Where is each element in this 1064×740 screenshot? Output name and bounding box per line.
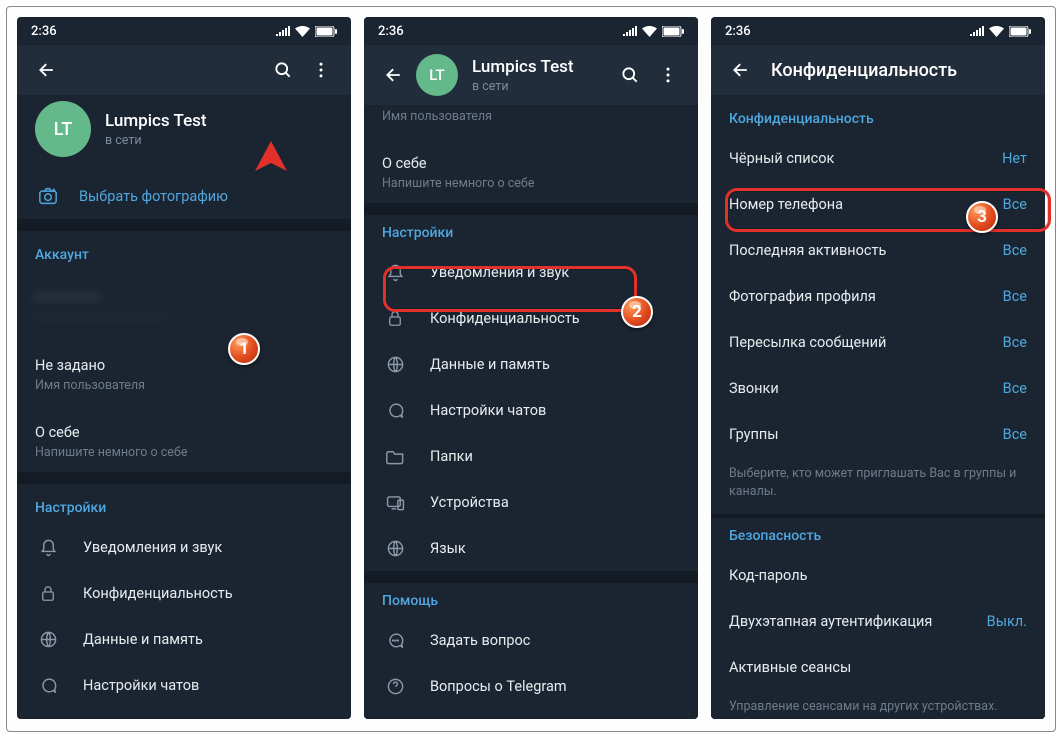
status-bar: 2:36 (17, 17, 351, 45)
battery-icon (1009, 26, 1031, 37)
more-button[interactable] (303, 52, 339, 88)
step-badge-3: 3 (966, 201, 998, 233)
blocked-users-row[interactable]: Чёрный список Нет (711, 135, 1045, 181)
status-time: 2:36 (725, 24, 751, 39)
status-bar: 2:36 (711, 17, 1045, 45)
search-button[interactable] (265, 52, 301, 88)
status-bar: 2:36 (364, 17, 698, 45)
phone-screen-3: 2:36 Конфиденциальность Конфиденциальнос… (711, 17, 1045, 719)
profile-header: LT Lumpics Test в сети (17, 95, 351, 173)
signal-icon (276, 26, 290, 36)
search-button[interactable] (612, 57, 648, 93)
sessions-hint: Управление сеансами на других устройства… (711, 690, 1045, 719)
profile-status: в сети (472, 79, 612, 94)
more-button[interactable] (650, 57, 686, 93)
tutorial-frame: 2:36 LT Lumpics Test в сети (6, 6, 1056, 732)
wifi-icon (989, 26, 1004, 37)
notifications-row[interactable]: Уведомления и звук (364, 249, 698, 295)
data-icon (35, 630, 61, 649)
back-button[interactable] (376, 57, 412, 93)
avatar[interactable]: LT (416, 54, 458, 96)
back-button[interactable] (723, 52, 759, 88)
profile-name: Lumpics Test (472, 57, 612, 77)
chat-icon (382, 631, 408, 650)
privacy-row[interactable]: Конфиденциальность (17, 570, 351, 616)
faq-row[interactable]: Вопросы о Telegram (364, 663, 698, 709)
chat-icon (382, 401, 408, 420)
calls-row[interactable]: Звонки Все (711, 365, 1045, 411)
toolbar: Конфиденциальность (711, 45, 1045, 95)
camera-icon (35, 187, 61, 205)
back-button[interactable] (29, 52, 65, 88)
phone-screen-1: 2:36 LT Lumpics Test в сети (17, 17, 351, 719)
lock-icon (35, 584, 61, 603)
devices-row[interactable]: Устройства (364, 479, 698, 525)
wifi-icon (642, 26, 657, 37)
two-step-row[interactable]: Двухэтапная аутентификация Выкл. (711, 598, 1045, 644)
status-icons (276, 26, 337, 37)
folders-row[interactable]: Папки (364, 433, 698, 479)
privacy-section-title: Конфиденциальность (711, 95, 1045, 135)
help-section-title: Помощь (364, 583, 698, 617)
status-icons (623, 26, 684, 37)
ask-question-row[interactable]: Задать вопрос (364, 617, 698, 663)
signal-icon (970, 26, 984, 36)
about-row[interactable]: О себе (364, 136, 698, 182)
account-section-title: Аккаунт (17, 231, 351, 271)
sessions-row[interactable]: Активные сеансы (711, 644, 1045, 690)
groups-hint: Выберите, кто может приглашать Вас в гру… (711, 457, 1045, 514)
username-sub: Имя пользователя (364, 105, 698, 136)
globe-icon (382, 539, 408, 558)
bell-icon (382, 263, 408, 282)
bell-icon (35, 538, 61, 557)
status-time: 2:36 (378, 24, 404, 39)
choose-photo-label: Выбрать фотографию (79, 188, 228, 205)
security-section-title: Безопасность (711, 518, 1045, 552)
about-row[interactable]: О себе (17, 405, 351, 451)
folder-icon (382, 448, 408, 465)
step-badge-1: 1 (228, 333, 260, 365)
passcode-row[interactable]: Код-пароль (711, 552, 1045, 598)
battery-icon (315, 26, 337, 37)
help-icon (382, 677, 408, 696)
toolbar (17, 45, 351, 95)
profile-photo-row[interactable]: Фотография профиля Все (711, 273, 1045, 319)
step-badge-2: 2 (621, 296, 653, 328)
chat-icon (35, 676, 61, 695)
avatar[interactable]: LT (35, 101, 91, 157)
groups-row[interactable]: Группы Все (711, 411, 1045, 457)
profile-status: в сети (105, 133, 337, 148)
screen-title: Конфиденциальность (771, 60, 1033, 81)
lock-icon (382, 309, 408, 328)
chat-settings-row[interactable]: Настройки чатов (364, 387, 698, 433)
status-time: 2:36 (31, 24, 57, 39)
battery-icon (662, 26, 684, 37)
toolbar: LT Lumpics Test в сети (364, 45, 698, 105)
devices-icon (382, 494, 408, 511)
username-row[interactable]: Не задано (17, 338, 351, 384)
choose-photo-button[interactable]: Выбрать фотографию (17, 173, 351, 219)
profile-name: Lumpics Test (105, 111, 337, 131)
data-row[interactable]: Данные и память (364, 341, 698, 387)
policy-row[interactable]: Политика конфиденциальности (364, 709, 698, 719)
status-icons (970, 26, 1031, 37)
forwarded-row[interactable]: Пересылка сообщений Все (711, 319, 1045, 365)
data-row[interactable]: Данные и память (17, 616, 351, 662)
wifi-icon (295, 26, 310, 37)
last-seen-row[interactable]: Последняя активность Все (711, 227, 1045, 273)
phone-screen-2: 2:36 LT Lumpics Test в сети Имя пользова… (364, 17, 698, 719)
settings-section-title: Настройки (364, 215, 698, 249)
folders-row[interactable]: Папки (17, 708, 351, 719)
data-icon (382, 355, 408, 374)
signal-icon (623, 26, 637, 36)
language-row[interactable]: Язык (364, 525, 698, 571)
notifications-row[interactable]: Уведомления и звук (17, 524, 351, 570)
chat-settings-row[interactable]: Настройки чатов (17, 662, 351, 708)
settings-section-title: Настройки (17, 484, 351, 524)
